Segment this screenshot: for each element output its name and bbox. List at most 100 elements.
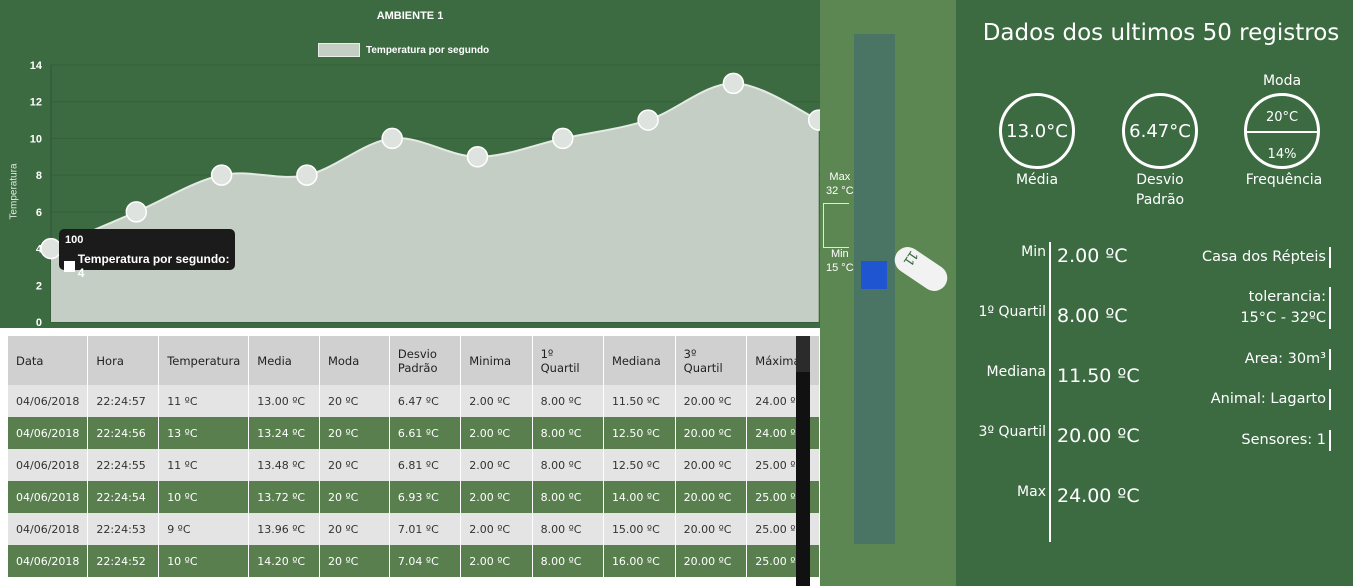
table-row[interactable]: 04/06/2018 22:24:55 11 ºC 13.48 ºC 20 ºC 6.81… — [8, 449, 820, 481]
table-cell: 04/06/2018 — [8, 385, 89, 417]
data-point[interactable] — [125, 201, 148, 223]
table-cell: 8.00 ºC — [532, 545, 604, 577]
moda-value: 20°C — [1265, 110, 1299, 125]
table-cell: 14.20 ºC — [248, 545, 320, 577]
table-cell: 22:24:54 — [87, 481, 160, 513]
table-cell: 8.00 ºC — [532, 417, 604, 449]
table-header-cell[interactable]: 1º Quartil — [532, 336, 604, 385]
table-cell: 20.00 ºC — [675, 481, 748, 513]
table-header-cell[interactable]: Temperatura — [158, 336, 250, 385]
y-tick-label: 12 — [30, 97, 42, 109]
info-sensors: Sensores: 1 — [1241, 430, 1331, 451]
min-limit-value: 15 °C — [826, 262, 854, 274]
table-cell: 6.81 ºC — [389, 449, 462, 481]
stat-value-max: 24.00 ºC — [1057, 485, 1140, 507]
table-cell: 04/06/2018 — [8, 417, 89, 449]
data-point[interactable] — [552, 127, 574, 150]
table-cell: 20 ºC — [319, 481, 390, 513]
scrollbar-thumb[interactable] — [796, 336, 810, 372]
stat-label-min: Min — [1021, 244, 1046, 260]
table-header-cell[interactable]: 3º Quartil — [675, 336, 748, 385]
table-cell: 2.00 ºC — [460, 513, 533, 545]
data-point[interactable] — [722, 72, 745, 95]
table-cell: 22:24:57 — [87, 385, 160, 417]
tooltip-title: 100 — [65, 234, 84, 246]
data-point[interactable] — [466, 146, 489, 168]
thermometer-panel: Max 32 °C Min 15 °C 11 — [820, 0, 956, 586]
table-cell: 8.00 ºC — [532, 449, 604, 481]
table-row[interactable]: 04/06/2018 22:24:54 10 ºC 13.72 ºC 20 ºC 6.93… — [8, 481, 820, 513]
table-header-cell[interactable]: Mediana — [603, 336, 676, 385]
y-tick-label: 6 — [36, 207, 42, 219]
table-cell: 04/06/2018 — [8, 545, 89, 577]
y-tick-label: 0 — [36, 317, 42, 328]
table-cell: 12.50 ºC — [603, 449, 676, 481]
table-cell: 7.04 ºC — [389, 545, 462, 577]
table-row[interactable]: 04/06/2018 22:24:52 10 ºC 14.20 ºC 20 ºC 7.04… — [8, 545, 820, 577]
tolerance-range-box — [823, 203, 849, 248]
stat-value-q3: 20.00 ºC — [1057, 425, 1140, 447]
table-row[interactable]: 04/06/2018 22:24:53 9 ºC 13.96 ºC 20 ºC 7.01 … — [8, 513, 820, 545]
table-cell: 8.00 ºC — [532, 481, 604, 513]
table-cell: 9 ºC — [158, 513, 250, 545]
table-row[interactable]: 04/06/2018 22:24:56 13 ºC 13.24 ºC 20 ºC 6.61… — [8, 417, 820, 449]
data-point[interactable] — [637, 109, 659, 131]
max-limit-title: Max — [829, 171, 851, 183]
table-cell: 20 ºC — [319, 449, 390, 481]
y-tick-label: 8 — [36, 170, 42, 182]
data-point[interactable] — [210, 164, 233, 186]
table-cell: 6.47 ºC — [389, 385, 462, 417]
statistics-title: Dados dos ultimos 50 registros — [982, 20, 1340, 46]
table-cell: 20.00 ºC — [675, 513, 748, 545]
data-point[interactable] — [40, 237, 62, 260]
table-cell: 2.00 ºC — [460, 545, 533, 577]
y-tick-label: 10 — [30, 133, 42, 145]
records-table-panel: Data Hora Temperatura Media Moda Desvio Padrã… — [0, 328, 820, 586]
table-header-cell[interactable]: Minima — [460, 336, 533, 385]
table-cell: 13 ºC — [158, 417, 250, 449]
table-cell: 20 ºC — [319, 545, 390, 577]
desvio-value: 6.47°C — [1129, 120, 1191, 142]
moda-frequency: 14% — [1267, 147, 1297, 162]
chart-legend[interactable]: Temperatura por segundo — [318, 43, 489, 57]
desvio-label: Desvio Padrão — [1122, 170, 1198, 210]
current-reading-pill: 11 — [889, 242, 953, 296]
table-cell: 10 ºC — [158, 481, 250, 513]
info-area: Area: 30m³ — [1245, 349, 1331, 370]
legend-label: Temperatura por segundo — [366, 44, 490, 56]
table-cell: 20.00 ºC — [675, 449, 748, 481]
table-cell: 2.00 ºC — [460, 385, 533, 417]
table-scrollbar[interactable] — [796, 336, 810, 586]
table-cell: 20 ºC — [319, 417, 390, 449]
min-limit-label: Min 15 °C — [826, 247, 854, 275]
max-limit-value: 32 °C — [826, 185, 854, 197]
table-cell: 20.00 ºC — [675, 417, 748, 449]
current-reading-value: 11 — [900, 248, 922, 270]
info-location: Casa dos Répteis — [1202, 247, 1331, 268]
table-header-cell[interactable]: Moda — [319, 336, 390, 385]
table-cell: 8.00 ºC — [532, 513, 604, 545]
current-temperature-marker — [861, 261, 887, 289]
table-cell: 04/06/2018 — [8, 513, 89, 545]
table-header-cell[interactable]: Data — [8, 336, 89, 385]
table-cell: 22:24:56 — [87, 417, 160, 449]
data-point[interactable] — [296, 164, 318, 186]
table-cell: 04/06/2018 — [8, 449, 89, 481]
chart-tooltip: 100 Temperatura por segundo: 4 — [59, 229, 235, 280]
table-cell: 8.00 ºC — [532, 385, 604, 417]
stat-label-q3: 3º Quartil — [978, 424, 1046, 440]
table-cell: 10 ºC — [158, 545, 250, 577]
moda-title: Moda — [1262, 73, 1302, 89]
thermometer-bar — [854, 34, 895, 544]
table-header-cell[interactable]: Desvio Padrão — [389, 336, 462, 385]
table-header-cell[interactable]: Media — [248, 336, 320, 385]
table-cell: 14.00 ºC — [603, 481, 676, 513]
stat-label-max: Max — [1017, 484, 1046, 500]
table-header-cell[interactable]: Hora — [87, 336, 160, 385]
table-cell: 11 ºC — [158, 449, 250, 481]
table-cell: 13.24 ºC — [248, 417, 320, 449]
table-cell: 04/06/2018 — [8, 481, 89, 513]
table-row[interactable]: 04/06/2018 22:24:57 11 ºC 13.00 ºC 20 ºC 6.47… — [8, 385, 820, 417]
table-cell: 6.61 ºC — [389, 417, 462, 449]
data-point[interactable] — [381, 127, 403, 150]
